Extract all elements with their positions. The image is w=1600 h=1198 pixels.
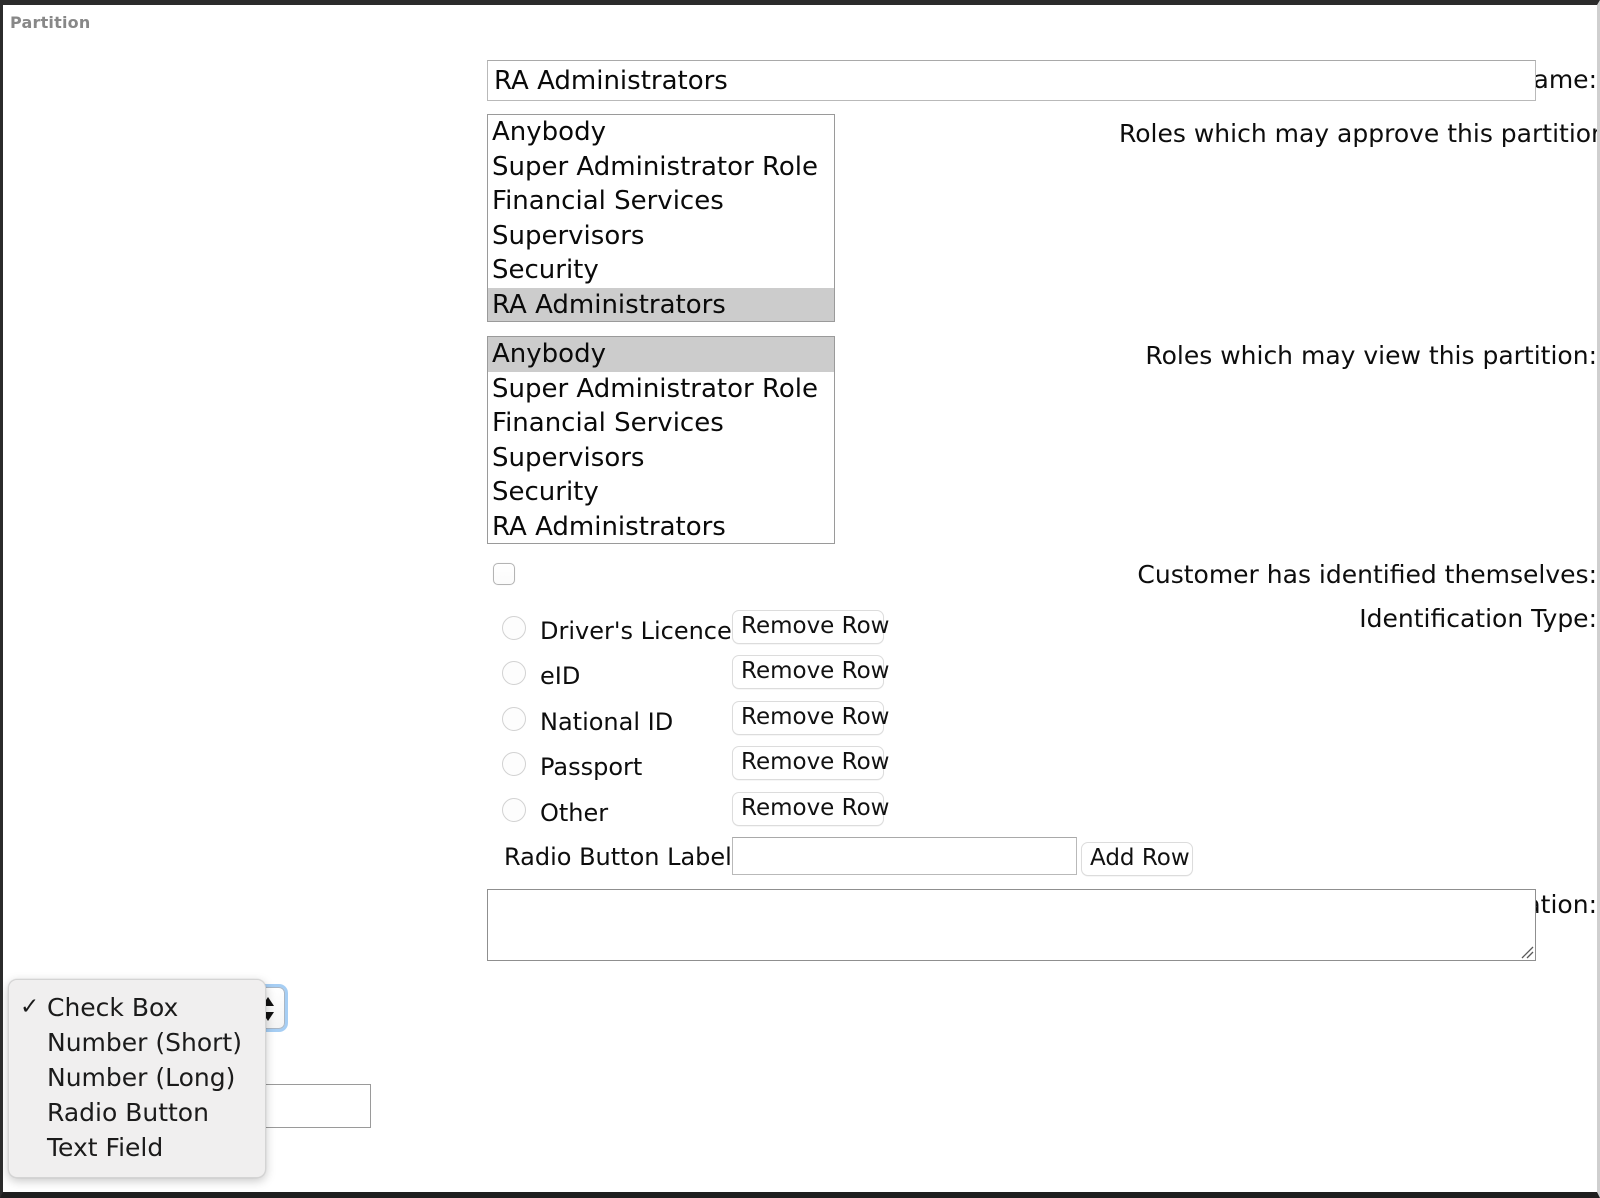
radio-other[interactable]: [502, 798, 526, 822]
menu-item-label: Number (Long): [47, 1063, 235, 1092]
view-roles-listbox[interactable]: Anybody Super Administrator Role Financi…: [487, 336, 835, 544]
approve-roles-listbox[interactable]: Anybody Super Administrator Role Financi…: [487, 114, 835, 322]
menu-item-number-short[interactable]: Number (Short): [9, 1025, 265, 1060]
section-title: Partition: [10, 13, 90, 32]
menu-item-label: Check Box: [47, 993, 178, 1022]
field-type-dropdown-menu[interactable]: ✓ Check Box Number (Short) Number (Long)…: [8, 979, 266, 1178]
radio-label-passport: Passport: [540, 753, 642, 781]
radio-national-id[interactable]: [502, 707, 526, 731]
remove-row-button-4[interactable]: Remove Row: [732, 746, 884, 780]
radio-label-other: Other: [540, 799, 608, 827]
list-item[interactable]: Super Administrator Role: [488, 372, 834, 407]
menu-item-label: Text Field: [47, 1133, 163, 1162]
list-item[interactable]: RA Administrators: [488, 510, 834, 545]
information-textarea[interactable]: [487, 889, 1536, 961]
radio-eid[interactable]: [502, 661, 526, 685]
menu-item-text-field[interactable]: Text Field: [9, 1130, 265, 1165]
list-item-selected[interactable]: RA Administrators: [488, 288, 834, 323]
list-item[interactable]: Supervisors: [488, 219, 834, 254]
list-item[interactable]: Super Administrator Role: [488, 150, 834, 185]
menu-item-radio-button[interactable]: Radio Button: [9, 1095, 265, 1130]
name-input[interactable]: [487, 60, 1536, 101]
list-item[interactable]: Security: [488, 253, 834, 288]
identification-type-label: Identification Type:: [1119, 606, 1597, 631]
list-item[interactable]: Anybody: [488, 115, 834, 150]
remove-row-button-1[interactable]: Remove Row: [732, 610, 884, 644]
radio-button-label-input[interactable]: [732, 837, 1077, 875]
menu-item-check-box[interactable]: ✓ Check Box: [9, 990, 265, 1025]
checkmark-icon: ✓: [20, 990, 39, 1025]
radio-passport[interactable]: [502, 752, 526, 776]
radio-button-label-label: Radio Button Label:: [504, 845, 740, 869]
menu-item-label: Number (Short): [47, 1028, 242, 1057]
menu-item-number-long[interactable]: Number (Long): [9, 1060, 265, 1095]
radio-label-drivers-licence: Driver's Licence: [540, 617, 732, 645]
list-item[interactable]: Security: [488, 475, 834, 510]
add-row-button[interactable]: Add Row: [1081, 842, 1193, 876]
list-item-selected[interactable]: Anybody: [488, 337, 834, 372]
radio-label-eid: eID: [540, 662, 580, 690]
customer-identified-label: Customer has identified themselves:: [1119, 562, 1597, 587]
remove-row-button-3[interactable]: Remove Row: [732, 701, 884, 735]
menu-item-label: Radio Button: [47, 1098, 209, 1127]
list-item[interactable]: Financial Services: [488, 184, 834, 219]
approve-roles-label: Roles which may approve this partition:: [1119, 121, 1597, 146]
remove-row-button-2[interactable]: Remove Row: [732, 655, 884, 689]
view-roles-label: Roles which may view this partition:: [1119, 343, 1597, 368]
remove-row-button-5[interactable]: Remove Row: [732, 792, 884, 826]
radio-drivers-licence[interactable]: [502, 616, 526, 640]
list-item[interactable]: Supervisors: [488, 441, 834, 476]
list-item[interactable]: Financial Services: [488, 406, 834, 441]
partition-form-window: Partition Name: Roles which may approve …: [0, 0, 1600, 1198]
customer-identified-checkbox[interactable]: [493, 563, 515, 585]
radio-label-national-id: National ID: [540, 708, 673, 736]
